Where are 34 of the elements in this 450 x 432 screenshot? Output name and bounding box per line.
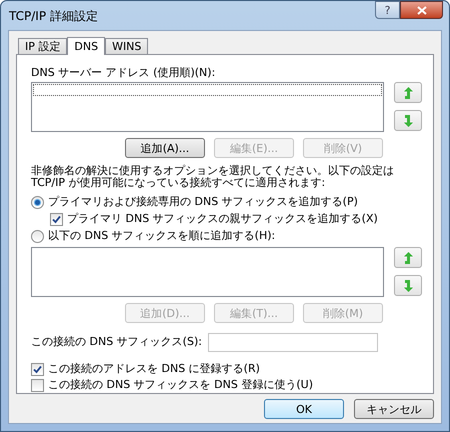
window-title: TCP/IP 詳細設定 bbox=[9, 8, 98, 24]
close-button[interactable] bbox=[400, 1, 443, 19]
close-icon bbox=[416, 6, 426, 14]
radio-button[interactable] bbox=[31, 196, 44, 209]
checkbox[interactable] bbox=[31, 378, 44, 392]
list-action-button[interactable]: 追加(A)... bbox=[125, 138, 205, 158]
move-up-button[interactable] bbox=[394, 82, 422, 103]
tab[interactable]: WINS bbox=[105, 38, 148, 54]
dialog-button[interactable]: OK bbox=[264, 399, 344, 419]
up-arrow-icon bbox=[404, 86, 412, 98]
checkbox[interactable] bbox=[31, 362, 44, 376]
checkbox[interactable] bbox=[50, 213, 63, 226]
section-label: DNS サーバー アドレス (使用順)(N): bbox=[31, 67, 216, 78]
suffix-field[interactable] bbox=[208, 333, 378, 352]
help-button[interactable]: ? bbox=[375, 1, 400, 19]
description-text: 非修飾名の解決に使用するオプションを選択してください。以下の設定は TCP/IP が使用可能になっている接続すべてに適用されます: bbox=[31, 165, 395, 189]
down-arrow-icon bbox=[404, 280, 412, 292]
option-label: プライマリおよび接続専用の DNS サフィックスを追加する(P) bbox=[48, 194, 358, 210]
dialog-button[interactable]: キャンセル bbox=[354, 399, 434, 419]
option-label: この接続のアドレスを DNS に登録する(R) bbox=[48, 360, 260, 377]
option-label: 以下の DNS サフィックスを順に追加する(H): bbox=[48, 228, 276, 244]
move-down-button[interactable] bbox=[394, 275, 422, 296]
tab[interactable]: DNS bbox=[67, 37, 106, 55]
move-up-button[interactable] bbox=[394, 247, 422, 268]
suffix-label: この接続の DNS サフィックス(S): bbox=[31, 334, 202, 350]
radio-button[interactable] bbox=[31, 230, 44, 243]
list-box[interactable] bbox=[31, 247, 384, 297]
option-label: この接続の DNS サフィックスを DNS 登録に使う(U) bbox=[48, 376, 313, 393]
list-box[interactable] bbox=[31, 82, 384, 132]
option-label: プライマリ DNS サフィックスの親サフィックスを追加する(X) bbox=[67, 211, 378, 228]
up-arrow-icon bbox=[404, 252, 412, 264]
tab[interactable]: IP 設定 bbox=[18, 38, 68, 54]
move-down-button[interactable] bbox=[394, 110, 422, 131]
down-arrow-icon bbox=[404, 114, 412, 126]
